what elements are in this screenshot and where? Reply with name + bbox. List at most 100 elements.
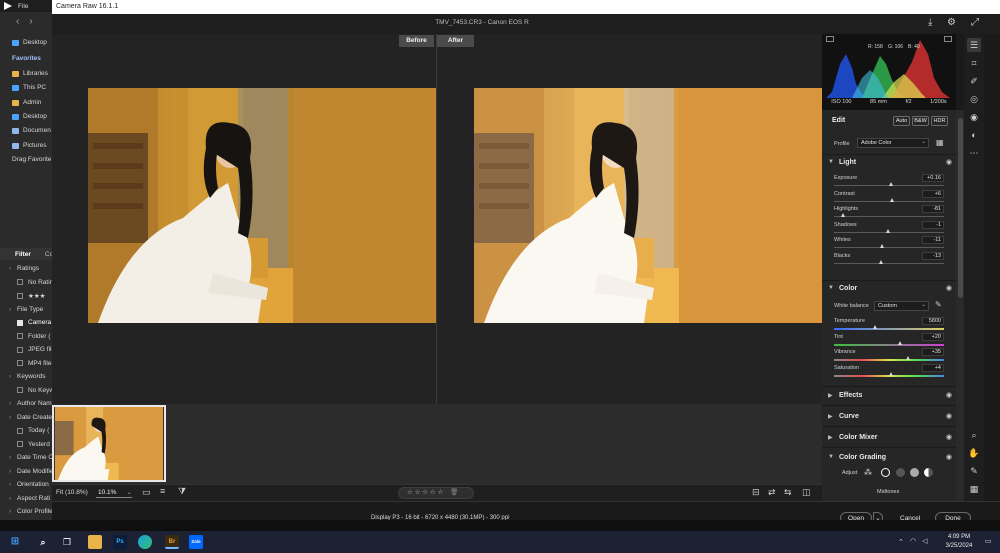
chevron-up-icon[interactable]: ⌃ <box>898 538 904 546</box>
effects-section-header[interactable]: ▶ Effects ◉ <box>828 391 952 400</box>
tab-filter[interactable]: Filter <box>15 251 31 258</box>
filter-group[interactable]: › Date Modifie <box>0 465 52 478</box>
clock-time[interactable]: 4:09 PM <box>944 534 974 540</box>
eye-icon[interactable]: ◉ <box>946 412 952 420</box>
highlight-clipping-icon[interactable] <box>944 36 952 42</box>
slider-value-input[interactable]: 5800 <box>922 317 944 325</box>
filter-icon[interactable]: ⧩ <box>178 486 186 497</box>
slider-thumb[interactable] <box>905 356 910 360</box>
color-mixer-section-header[interactable]: ▶ Color Mixer ◉ <box>828 433 952 442</box>
filter-group[interactable]: › Date Create <box>0 411 52 424</box>
copy-settings-icon[interactable]: ⇆ <box>784 487 792 498</box>
search-icon[interactable]: ⌕ <box>36 535 50 549</box>
shadow-clipping-icon[interactable] <box>826 36 834 42</box>
task-view-icon[interactable]: ❐ <box>60 535 74 549</box>
slider-blacks[interactable]: Blacks -13 <box>834 252 944 268</box>
slider-thumb[interactable] <box>889 197 894 202</box>
bw-button[interactable]: B&W <box>912 116 929 126</box>
slider-track[interactable] <box>834 247 944 249</box>
slider-track[interactable] <box>834 343 944 346</box>
checkbox[interactable] <box>17 292 23 299</box>
sort-icon[interactable]: ≡ <box>160 486 165 496</box>
checkbox[interactable] <box>17 319 23 326</box>
checkbox[interactable] <box>17 441 23 447</box>
file-explorer-icon[interactable] <box>88 535 102 549</box>
filmstrip-thumbnail[interactable] <box>52 405 166 482</box>
zalo-icon[interactable]: Zalo <box>189 535 203 549</box>
before-after-toggle-icon[interactable]: ⊟ <box>752 487 760 498</box>
slider-highlights[interactable]: Highlights -81 <box>834 205 944 221</box>
filter-option[interactable]: Yesterd <box>0 438 52 451</box>
file-menu[interactable]: File <box>18 3 28 10</box>
slider-value-input[interactable]: -81 <box>922 205 944 214</box>
white-balance-select[interactable]: Custom ⌄ <box>874 301 929 311</box>
slider-thumb[interactable] <box>885 228 890 233</box>
healing-brush-icon[interactable]: ✐ <box>967 74 981 88</box>
filter-option[interactable]: Folder ( <box>0 330 52 343</box>
slider-contrast[interactable]: Contrast +6 <box>834 189 944 206</box>
presets-icon[interactable]: ◐ <box>967 128 981 142</box>
sidebar-item[interactable]: This PC <box>0 81 52 94</box>
masking-icon[interactable]: ◎ <box>967 92 981 106</box>
crop-icon[interactable]: ⌗ <box>967 56 981 70</box>
filter-option[interactable]: No Keyw <box>0 384 52 397</box>
sidebar-item[interactable]: Desktop <box>0 110 52 123</box>
slider-value-input[interactable]: +20 <box>922 332 944 341</box>
checkbox[interactable] <box>17 360 23 366</box>
hdr-button[interactable]: HDR <box>931 116 948 126</box>
sidebar-item[interactable]: Pictures <box>0 139 52 152</box>
before-photo[interactable] <box>88 88 436 323</box>
filmstrip-view-icon[interactable]: ▭ <box>142 487 151 498</box>
color-section-header[interactable]: ▼ Color ◉ <box>828 284 952 293</box>
profile-browser-icon[interactable]: ▦ <box>936 138 944 147</box>
filter-option[interactable]: JPEG file <box>0 343 52 356</box>
checkbox[interactable] <box>17 427 23 434</box>
filter-group[interactable]: › Keywords <box>0 370 52 383</box>
light-section-header[interactable]: ▼ Light ◉ <box>828 158 952 167</box>
slider-tint[interactable]: Tint +20 <box>834 332 944 349</box>
back-arrow-icon[interactable]: ‹ <box>16 16 19 27</box>
profile-select[interactable]: Adobe Color ⌄ <box>857 138 929 148</box>
slider-thumb[interactable] <box>841 213 846 218</box>
slider-value-input[interactable]: -11 <box>922 236 944 245</box>
eye-icon[interactable]: ◉ <box>946 158 952 166</box>
sidebar-item[interactable]: Admin <box>0 96 52 109</box>
sidebar-item[interactable]: Drag Favorite <box>0 153 52 166</box>
checkbox[interactable] <box>17 346 23 353</box>
slider-whites[interactable]: Whites -11 <box>834 236 944 252</box>
wifi-icon[interactable]: ◠ <box>910 537 916 545</box>
scroll-thumb[interactable] <box>958 118 963 298</box>
slider-value-input[interactable]: +0.16 <box>922 174 944 182</box>
bridge-icon[interactable]: Br <box>165 535 179 549</box>
slider-value-input[interactable]: -1 <box>922 220 944 229</box>
slider-temperature[interactable]: Temperature 5800 <box>834 317 944 333</box>
slider-value-input[interactable]: -13 <box>922 252 944 260</box>
filter-option[interactable]: Camera <box>0 316 52 329</box>
filter-group[interactable]: › Ratings <box>0 262 52 275</box>
eye-icon[interactable]: ◉ <box>946 433 952 441</box>
slider-value-input[interactable]: +6 <box>922 189 944 198</box>
eye-icon[interactable]: ◉ <box>946 391 952 399</box>
filter-group[interactable]: › Author Nam <box>0 397 52 410</box>
zoom-icon[interactable]: ⌕ <box>967 428 981 442</box>
tab-collections[interactable]: Co <box>45 251 52 258</box>
slider-value-input[interactable]: +4 <box>922 363 944 372</box>
slider-saturation[interactable]: Saturation +4 <box>834 363 944 380</box>
zoom-fit[interactable]: Fit (10.8%) <box>56 489 88 496</box>
rating-stars[interactable]: ☆ ☆ ☆ ☆ ☆ 🗑 <box>398 487 474 499</box>
swap-icon[interactable]: ⇄ <box>768 487 776 498</box>
slider-exposure[interactable]: Exposure +0.16 <box>834 174 944 190</box>
highlights-wheel-icon[interactable] <box>910 468 919 477</box>
checkbox[interactable] <box>17 333 23 339</box>
three-way-icon[interactable]: ⁂ <box>864 468 872 477</box>
filter-option[interactable]: MP4 file <box>0 357 52 370</box>
color-sampler-icon[interactable]: ✎ <box>967 464 981 478</box>
fullscreen-icon[interactable]: ⤢ <box>971 17 979 28</box>
zoom-select[interactable]: 10.1% ⌄ <box>96 487 132 498</box>
curve-section-header[interactable]: ▶ Curve ◉ <box>828 412 952 421</box>
sidebar-item[interactable]: Libraries <box>0 67 52 80</box>
slider-vibrance[interactable]: Vibrance +35 <box>834 348 944 364</box>
slider-thumb[interactable] <box>880 244 885 249</box>
eyedropper-icon[interactable]: ✎ <box>935 300 942 309</box>
photoshop-icon[interactable]: Ps <box>113 535 127 549</box>
